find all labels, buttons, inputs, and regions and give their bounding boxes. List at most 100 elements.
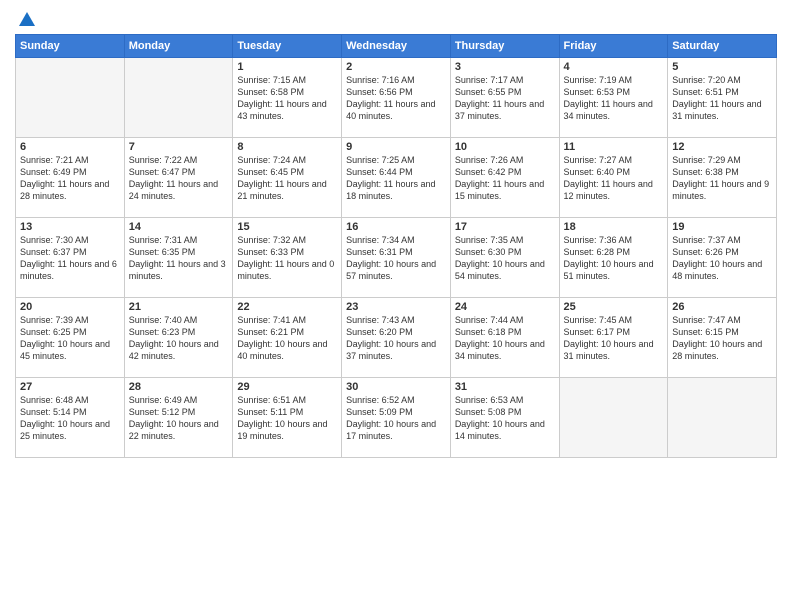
day-number: 18 [564,221,664,233]
calendar-cell: 13Sunrise: 7:30 AMSunset: 6:37 PMDayligh… [16,218,125,298]
day-info: Sunrise: 7:47 AMSunset: 6:15 PMDaylight:… [672,314,772,363]
calendar-header-row: SundayMondayTuesdayWednesdayThursdayFrid… [16,35,777,58]
calendar-cell: 6Sunrise: 7:21 AMSunset: 6:49 PMDaylight… [16,138,125,218]
calendar-cell: 25Sunrise: 7:45 AMSunset: 6:17 PMDayligh… [559,298,668,378]
calendar-cell: 22Sunrise: 7:41 AMSunset: 6:21 PMDayligh… [233,298,342,378]
day-info: Sunrise: 7:26 AMSunset: 6:42 PMDaylight:… [455,154,555,203]
calendar-header-day: Sunday [16,35,125,58]
calendar-cell: 28Sunrise: 6:49 AMSunset: 5:12 PMDayligh… [124,378,233,458]
day-info: Sunrise: 7:17 AMSunset: 6:55 PMDaylight:… [455,74,555,123]
calendar-cell: 5Sunrise: 7:20 AMSunset: 6:51 PMDaylight… [668,58,777,138]
day-number: 31 [455,381,555,393]
calendar-cell: 16Sunrise: 7:34 AMSunset: 6:31 PMDayligh… [342,218,451,298]
day-number: 4 [564,61,664,73]
calendar-cell: 1Sunrise: 7:15 AMSunset: 6:58 PMDaylight… [233,58,342,138]
calendar-cell: 11Sunrise: 7:27 AMSunset: 6:40 PMDayligh… [559,138,668,218]
calendar-cell: 19Sunrise: 7:37 AMSunset: 6:26 PMDayligh… [668,218,777,298]
day-info: Sunrise: 7:15 AMSunset: 6:58 PMDaylight:… [237,74,337,123]
day-info: Sunrise: 7:24 AMSunset: 6:45 PMDaylight:… [237,154,337,203]
calendar-cell: 26Sunrise: 7:47 AMSunset: 6:15 PMDayligh… [668,298,777,378]
calendar-cell: 20Sunrise: 7:39 AMSunset: 6:25 PMDayligh… [16,298,125,378]
day-info: Sunrise: 7:27 AMSunset: 6:40 PMDaylight:… [564,154,664,203]
calendar-cell: 7Sunrise: 7:22 AMSunset: 6:47 PMDaylight… [124,138,233,218]
calendar-cell: 12Sunrise: 7:29 AMSunset: 6:38 PMDayligh… [668,138,777,218]
day-info: Sunrise: 7:30 AMSunset: 6:37 PMDaylight:… [20,234,120,283]
day-number: 7 [129,141,229,153]
calendar-cell [559,378,668,458]
calendar-cell: 24Sunrise: 7:44 AMSunset: 6:18 PMDayligh… [450,298,559,378]
calendar-table: SundayMondayTuesdayWednesdayThursdayFrid… [15,34,777,458]
calendar-week-row: 6Sunrise: 7:21 AMSunset: 6:49 PMDaylight… [16,138,777,218]
day-info: Sunrise: 7:34 AMSunset: 6:31 PMDaylight:… [346,234,446,283]
day-info: Sunrise: 7:39 AMSunset: 6:25 PMDaylight:… [20,314,120,363]
logo-icon [17,10,37,30]
day-info: Sunrise: 7:37 AMSunset: 6:26 PMDaylight:… [672,234,772,283]
day-number: 25 [564,301,664,313]
day-number: 2 [346,61,446,73]
calendar-cell: 4Sunrise: 7:19 AMSunset: 6:53 PMDaylight… [559,58,668,138]
calendar-header-day: Saturday [668,35,777,58]
calendar-header-day: Monday [124,35,233,58]
calendar-cell: 15Sunrise: 7:32 AMSunset: 6:33 PMDayligh… [233,218,342,298]
calendar-cell: 14Sunrise: 7:31 AMSunset: 6:35 PMDayligh… [124,218,233,298]
day-info: Sunrise: 6:49 AMSunset: 5:12 PMDaylight:… [129,394,229,443]
day-number: 26 [672,301,772,313]
calendar-week-row: 13Sunrise: 7:30 AMSunset: 6:37 PMDayligh… [16,218,777,298]
calendar-cell: 17Sunrise: 7:35 AMSunset: 6:30 PMDayligh… [450,218,559,298]
day-info: Sunrise: 7:22 AMSunset: 6:47 PMDaylight:… [129,154,229,203]
day-number: 17 [455,221,555,233]
day-info: Sunrise: 7:16 AMSunset: 6:56 PMDaylight:… [346,74,446,123]
calendar-week-row: 1Sunrise: 7:15 AMSunset: 6:58 PMDaylight… [16,58,777,138]
calendar-cell [16,58,125,138]
calendar-cell [668,378,777,458]
day-number: 11 [564,141,664,153]
calendar-week-row: 27Sunrise: 6:48 AMSunset: 5:14 PMDayligh… [16,378,777,458]
day-info: Sunrise: 7:25 AMSunset: 6:44 PMDaylight:… [346,154,446,203]
day-info: Sunrise: 6:48 AMSunset: 5:14 PMDaylight:… [20,394,120,443]
header [15,10,777,26]
day-info: Sunrise: 7:36 AMSunset: 6:28 PMDaylight:… [564,234,664,283]
day-info: Sunrise: 7:21 AMSunset: 6:49 PMDaylight:… [20,154,120,203]
day-info: Sunrise: 7:45 AMSunset: 6:17 PMDaylight:… [564,314,664,363]
calendar-cell: 3Sunrise: 7:17 AMSunset: 6:55 PMDaylight… [450,58,559,138]
day-number: 6 [20,141,120,153]
calendar-cell: 27Sunrise: 6:48 AMSunset: 5:14 PMDayligh… [16,378,125,458]
day-info: Sunrise: 7:29 AMSunset: 6:38 PMDaylight:… [672,154,772,203]
day-info: Sunrise: 7:31 AMSunset: 6:35 PMDaylight:… [129,234,229,283]
day-number: 10 [455,141,555,153]
calendar-cell: 23Sunrise: 7:43 AMSunset: 6:20 PMDayligh… [342,298,451,378]
day-number: 28 [129,381,229,393]
day-number: 14 [129,221,229,233]
day-number: 24 [455,301,555,313]
day-info: Sunrise: 7:35 AMSunset: 6:30 PMDaylight:… [455,234,555,283]
calendar-header-day: Thursday [450,35,559,58]
calendar-cell: 30Sunrise: 6:52 AMSunset: 5:09 PMDayligh… [342,378,451,458]
calendar-week-row: 20Sunrise: 7:39 AMSunset: 6:25 PMDayligh… [16,298,777,378]
calendar-cell [124,58,233,138]
day-number: 15 [237,221,337,233]
logo [15,10,37,26]
calendar-cell: 10Sunrise: 7:26 AMSunset: 6:42 PMDayligh… [450,138,559,218]
day-number: 9 [346,141,446,153]
day-number: 5 [672,61,772,73]
day-number: 27 [20,381,120,393]
day-number: 3 [455,61,555,73]
day-info: Sunrise: 6:51 AMSunset: 5:11 PMDaylight:… [237,394,337,443]
calendar-header-day: Wednesday [342,35,451,58]
day-number: 19 [672,221,772,233]
page: SundayMondayTuesdayWednesdayThursdayFrid… [0,0,792,612]
day-info: Sunrise: 6:53 AMSunset: 5:08 PMDaylight:… [455,394,555,443]
day-info: Sunrise: 7:20 AMSunset: 6:51 PMDaylight:… [672,74,772,123]
day-number: 30 [346,381,446,393]
calendar-cell: 8Sunrise: 7:24 AMSunset: 6:45 PMDaylight… [233,138,342,218]
day-number: 20 [20,301,120,313]
day-number: 1 [237,61,337,73]
calendar-cell: 29Sunrise: 6:51 AMSunset: 5:11 PMDayligh… [233,378,342,458]
calendar-cell: 18Sunrise: 7:36 AMSunset: 6:28 PMDayligh… [559,218,668,298]
calendar-cell: 2Sunrise: 7:16 AMSunset: 6:56 PMDaylight… [342,58,451,138]
day-number: 29 [237,381,337,393]
day-info: Sunrise: 6:52 AMSunset: 5:09 PMDaylight:… [346,394,446,443]
day-number: 22 [237,301,337,313]
day-info: Sunrise: 7:43 AMSunset: 6:20 PMDaylight:… [346,314,446,363]
day-info: Sunrise: 7:44 AMSunset: 6:18 PMDaylight:… [455,314,555,363]
